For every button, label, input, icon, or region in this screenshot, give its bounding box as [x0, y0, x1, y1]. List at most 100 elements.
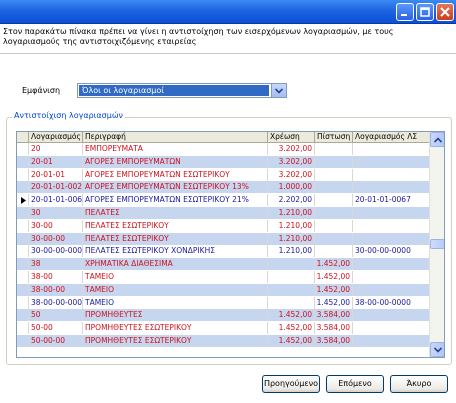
table-row[interactable]: 30-00-00-000 ΠΕΛΑΤΕΣ ΕΣΩΤΕΡΙΚΟΥ ΧΟΝΔΡΙΚΗΣ…	[17, 245, 430, 258]
cell-credit	[315, 245, 353, 258]
dropdown-button[interactable]	[271, 84, 286, 97]
next-button[interactable]: Επόμενο	[326, 375, 384, 393]
header-divider	[0, 53, 456, 54]
cell-mapped-account[interactable]	[353, 258, 430, 271]
previous-button[interactable]: Προηγούμενο	[262, 375, 320, 393]
header-mapped-account[interactable]: Λογαριασμός ΛΣ	[353, 132, 430, 143]
cell-account: 38-00	[29, 271, 83, 283]
vertical-scrollbar[interactable]	[429, 132, 444, 357]
cell-debit: 1.210,00	[268, 219, 315, 232]
cell-debit	[268, 258, 315, 271]
table-row[interactable]: 38-00-00-000 ΤΑΜΕΙΟ 1.452,00 38-00-00-0000	[17, 296, 430, 309]
row-indicator[interactable]	[17, 155, 29, 168]
scroll-down-button[interactable]	[430, 342, 444, 357]
cell-mapped-account[interactable]	[353, 219, 430, 232]
cell-description: ΕΜΠΟΡΕΥΜΑΤΑ	[83, 143, 268, 155]
title-bar[interactable]	[0, 0, 456, 24]
cell-mapped-account[interactable]	[353, 168, 430, 181]
cell-mapped-account[interactable]: 20-01-01-0067	[353, 194, 430, 207]
table-row[interactable]: 50-00-00 ΠΡΟΜΗΘΕΥΤΕΣ ΕΣΩΤΕΡΙΚΟΥ 1.452,00 3.…	[17, 335, 430, 347]
table-row[interactable]: 20-01-01-002 ΑΓΟΡΕΣ ΕΜΠΟΡΕΥΜΑΤΩΝ ΕΣΩΤΕΡΙΚ…	[17, 181, 430, 194]
cell-debit: 2.202,00	[268, 194, 315, 207]
row-indicator[interactable]	[17, 283, 29, 296]
table-row[interactable]: 30-00 ΠΕΛΑΤΕΣ ΕΣΩΤΕΡΙΚΟΥ 1.210,00	[17, 219, 430, 232]
scroll-thumb[interactable]	[430, 239, 444, 249]
row-indicator[interactable]	[17, 296, 29, 309]
cell-mapped-account[interactable]	[353, 335, 430, 347]
cell-debit	[268, 296, 315, 309]
maximize-button[interactable]	[416, 3, 434, 21]
cell-debit: 3.202,00	[268, 155, 315, 168]
accounts-grid[interactable]: Λογαριασμός Περιγραφή Χρέωση Πίστωση Λογ…	[16, 131, 445, 358]
cell-description: ΠΡΟΜΗΘΕΥΤΕΣ	[83, 309, 268, 322]
table-row[interactable]: 30 ΠΕΛΑΤΕΣ 1.210,00	[17, 207, 430, 219]
row-indicator[interactable]	[17, 245, 29, 258]
cell-description: ΑΓΟΡΕΣ ΕΜΠΟΡΕΥΜΑΤΩΝ ΕΣΩΤΕΡΙΚΟΥ 21%	[83, 194, 268, 207]
cell-mapped-account[interactable]: 38-00-00-0000	[353, 296, 430, 309]
header-credit[interactable]: Πίστωση	[315, 132, 353, 143]
cell-account: 50	[29, 309, 83, 322]
cell-account: 30-00	[29, 219, 83, 232]
cell-credit: 1.452,00	[315, 283, 353, 296]
cell-credit	[315, 181, 353, 194]
filter-dropdown[interactable]: Όλοι οι λογαριασμοί	[77, 83, 287, 98]
cell-mapped-account[interactable]	[353, 232, 430, 245]
cell-description: ΧΡΗΜΑΤΙΚΑ ΔΙΑΘΕΣΙΜΑ	[83, 258, 268, 271]
cell-mapped-account[interactable]: 30-00-00-0000	[353, 245, 430, 258]
cell-description: ΠΕΛΑΤΕΣ ΕΣΩΤΕΡΙΚΟΥ ΧΟΝΔΡΙΚΗΣ	[83, 245, 268, 258]
cell-account: 20-01-01-002	[31, 181, 83, 194]
row-indicator[interactable]	[17, 194, 29, 207]
cell-credit: 1.452,00	[315, 258, 353, 271]
chevron-down-icon	[433, 346, 442, 353]
cell-description: ΤΑΜΕΙΟ	[83, 296, 268, 309]
row-indicator[interactable]	[17, 309, 29, 322]
row-indicator[interactable]	[17, 335, 29, 347]
cell-credit	[315, 168, 353, 181]
cell-mapped-account[interactable]	[353, 283, 430, 296]
table-row[interactable]: 20-01 ΑΓΟΡΕΣ ΕΜΠΟΡΕΥΜΑΤΩΝ 3.202,00	[17, 155, 430, 168]
row-indicator[interactable]	[17, 322, 29, 335]
header-description[interactable]: Περιγραφή	[83, 132, 268, 143]
row-indicator[interactable]	[17, 258, 29, 271]
table-row[interactable]: 30-00-00 ΠΕΛΑΤΕΣ ΕΣΩΤΕΡΙΚΟΥ 1.210,00	[17, 232, 430, 245]
close-button[interactable]	[436, 3, 454, 21]
cell-description: ΠΕΛΑΤΕΣ ΕΣΩΤΕΡΙΚΟΥ	[83, 219, 268, 232]
table-row[interactable]: 38-00 ΤΑΜΕΙΟ 1.452,00	[17, 271, 430, 283]
row-indicator[interactable]	[17, 232, 29, 245]
header-debit[interactable]: Χρέωση	[268, 132, 315, 143]
cell-account: 30	[29, 207, 83, 219]
cell-mapped-account[interactable]	[353, 143, 430, 155]
row-indicator[interactable]	[17, 219, 29, 232]
header-indicator-cell	[17, 132, 29, 143]
cell-mapped-account[interactable]	[353, 181, 430, 194]
scroll-up-button[interactable]	[430, 132, 444, 147]
cell-debit: 1.452,00	[268, 335, 315, 347]
cell-account: 38-00-00	[29, 283, 83, 296]
cell-description: ΑΓΟΡΕΣ ΕΜΠΟΡΕΥΜΑΤΩΝ ΕΣΩΤΕΡΙΚΟΥ	[83, 168, 268, 181]
chevron-down-icon	[275, 87, 283, 94]
table-row[interactable]: 20-01-01 ΑΓΟΡΕΣ ΕΜΠΟΡΕΥΜΑΤΩΝ ΕΣΩΤΕΡΙΚΟΥ 3.…	[17, 168, 430, 181]
filter-selected-value: Όλοι οι λογαριασμοί	[79, 85, 269, 96]
row-indicator[interactable]	[17, 271, 29, 283]
table-row[interactable]: 50 ΠΡΟΜΗΘΕΥΤΕΣ 1.452,00 3.584,00	[17, 309, 430, 322]
table-row[interactable]: 20 ΕΜΠΟΡΕΥΜΑΤΑ 3.202,00	[17, 143, 430, 155]
row-indicator[interactable]	[17, 181, 29, 194]
cell-mapped-account[interactable]	[353, 309, 430, 322]
table-row[interactable]: 20-01-01-006 ΑΓΟΡΕΣ ΕΜΠΟΡΕΥΜΑΤΩΝ ΕΣΩΤΕΡΙΚ…	[17, 194, 430, 207]
cell-mapped-account[interactable]	[353, 322, 430, 335]
cell-mapped-account[interactable]	[353, 155, 430, 168]
table-row[interactable]: 38-00-00 ΤΑΜΕΙΟ 1.452,00	[17, 283, 430, 296]
header-account[interactable]: Λογαριασμός	[29, 132, 83, 143]
cell-mapped-account[interactable]	[353, 271, 430, 283]
table-row[interactable]: 50-00 ΠΡΟΜΗΘΕΥΤΕΣ ΕΣΩΤΕΡΙΚΟΥ 1.452,00 3.584…	[17, 322, 430, 335]
row-indicator[interactable]	[17, 143, 29, 155]
cell-debit	[268, 271, 315, 283]
cell-description: ΠΡΟΜΗΘΕΥΤΕΣ ΕΣΩΤΕΡΙΚΟΥ	[83, 322, 268, 335]
row-indicator[interactable]	[17, 168, 29, 181]
cell-mapped-account[interactable]	[353, 207, 430, 219]
cancel-button[interactable]: Άκυρο	[390, 375, 448, 393]
row-indicator[interactable]	[17, 207, 29, 219]
cell-account: 38-00-00-000	[31, 296, 83, 309]
table-row[interactable]: 38 ΧΡΗΜΑΤΙΚΑ ΔΙΑΘΕΣΙΜΑ 1.452,00	[17, 258, 430, 271]
minimize-button[interactable]	[396, 3, 414, 21]
